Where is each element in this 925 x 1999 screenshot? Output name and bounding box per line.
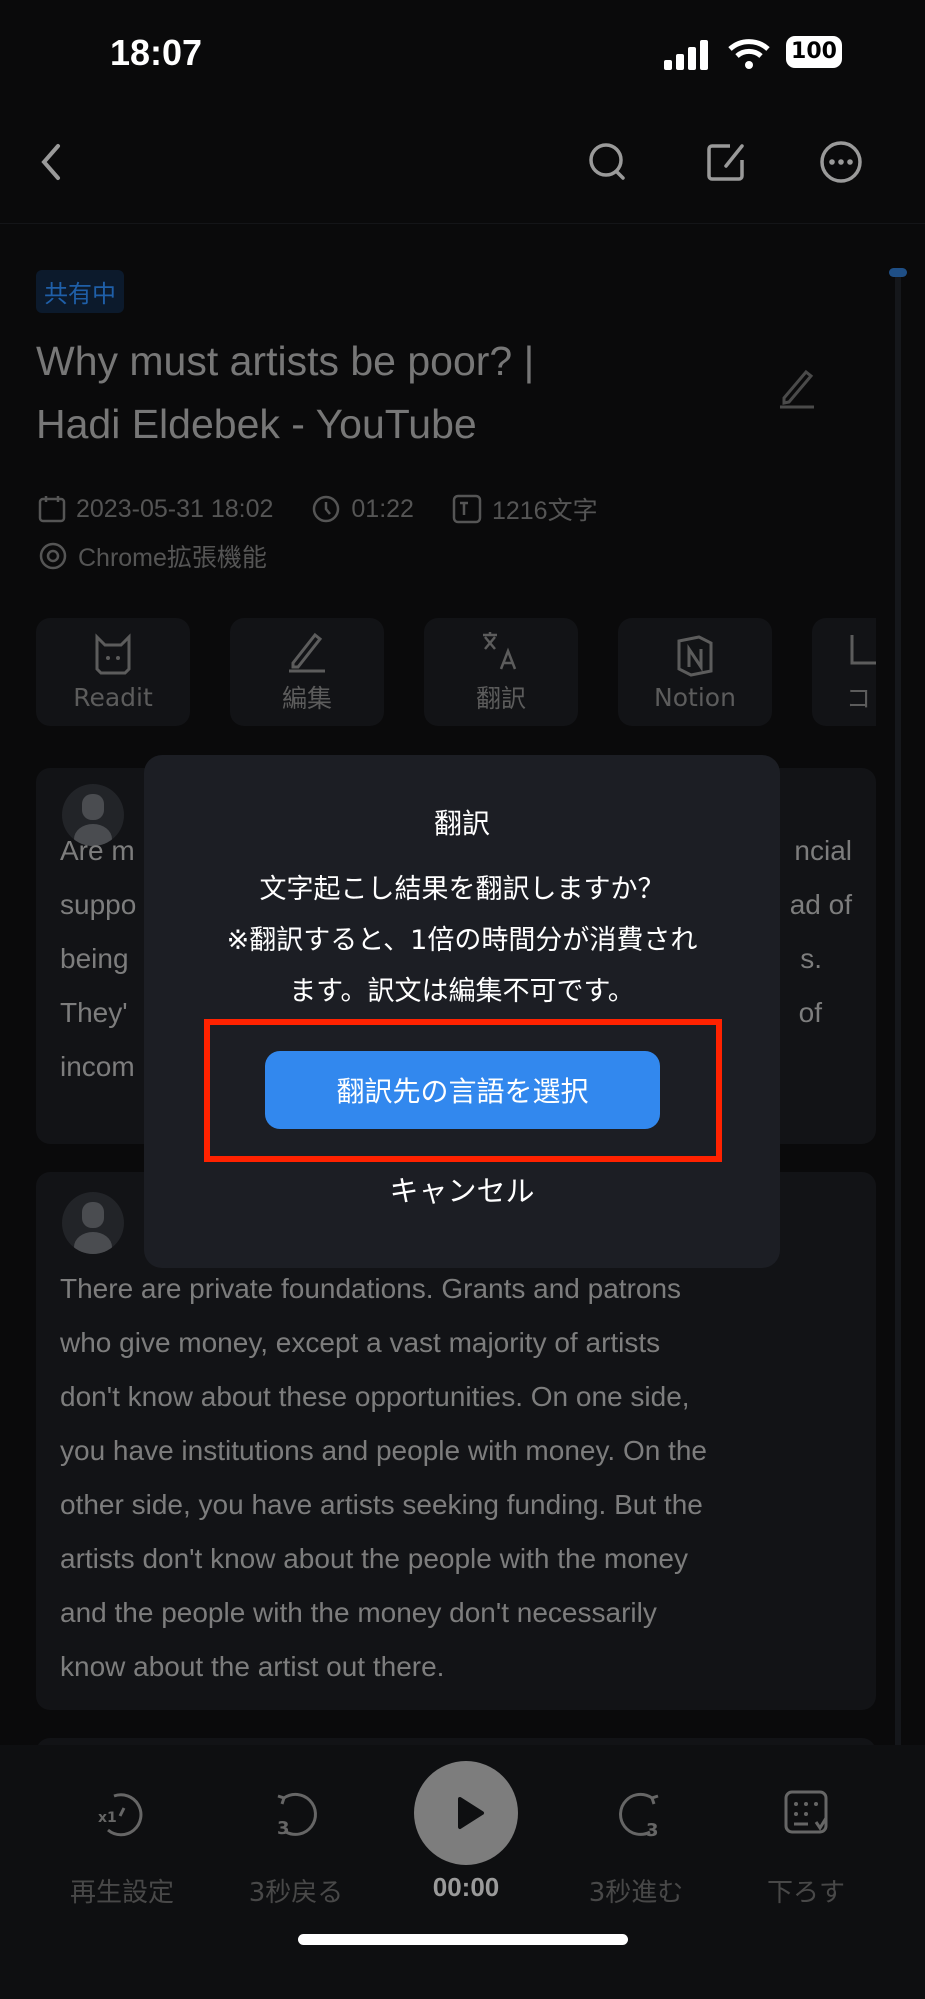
play-icon <box>458 1797 484 1829</box>
chevron-left-icon[interactable] <box>28 138 76 186</box>
current-time: 00:00 <box>432 1872 500 1902</box>
edit-icon[interactable] <box>702 138 750 186</box>
duration: 01:22 <box>351 494 414 523</box>
date: 2023-05-31 18:02 <box>76 494 274 523</box>
transcript-text: There are private foundations. Grants an… <box>60 1273 707 1682</box>
rewind-3-icon[interactable]: 3 <box>268 1786 324 1842</box>
notion-button[interactable]: Notion <box>618 618 772 726</box>
status-time: 18:07 <box>110 32 203 73</box>
translate-button[interactable]: 翻訳 <box>424 618 578 726</box>
dialog-title: 翻訳 <box>433 807 490 840</box>
readit-button[interactable]: Readit <box>36 618 190 726</box>
notion-icon <box>677 634 713 677</box>
signal-icon <box>664 40 708 70</box>
forward-label[interactable]: 3秒進む <box>556 1872 716 1909</box>
playback-settings-label[interactable]: 再生設定 <box>42 1872 202 1909</box>
search-icon[interactable] <box>584 138 632 186</box>
translate-icon <box>483 632 517 670</box>
action-label: 翻訳 <box>475 684 526 713</box>
text-count-icon <box>452 494 482 524</box>
pencil-icon <box>289 632 325 673</box>
edit-button[interactable]: 編集 <box>230 618 384 726</box>
nav-bar <box>0 100 925 224</box>
rewind-label[interactable]: 3秒戻る <box>216 1872 376 1909</box>
cat-icon <box>95 632 131 674</box>
clock-icon <box>313 495 340 523</box>
home-indicator <box>298 1934 628 1945</box>
page-title: Why must artists be poor? | Hadi Eldebek… <box>36 330 736 456</box>
svg-text:x1: x1 <box>98 1810 117 1826</box>
copy-icon <box>850 635 876 665</box>
svg-text:3: 3 <box>646 1820 659 1841</box>
pencil-icon[interactable] <box>776 366 818 410</box>
keyboard-down-icon[interactable] <box>780 1786 836 1842</box>
calendar-icon <box>38 496 66 523</box>
source-row: Chrome拡張機能 <box>38 538 267 574</box>
scrollbar-thumb[interactable] <box>889 268 907 277</box>
svg-text:3: 3 <box>277 1818 290 1839</box>
forward-3-icon[interactable]: 3 <box>612 1786 668 1842</box>
battery-indicator: 100 <box>786 36 842 68</box>
playback-speed-icon[interactable]: x1 <box>94 1786 150 1842</box>
chrome-icon <box>39 542 67 570</box>
action-label: 編集 <box>281 684 332 713</box>
sharing-badge: 共有中 <box>36 270 124 313</box>
lower-label[interactable]: 下ろす <box>726 1872 886 1909</box>
wifi-icon <box>728 39 770 69</box>
source: Chrome拡張機能 <box>78 544 267 572</box>
scrollbar-track[interactable] <box>895 270 901 1750</box>
select-language-button[interactable]: 翻訳先の言語を選択 <box>265 1051 660 1129</box>
more-icon[interactable] <box>817 138 865 186</box>
action-label: Readit <box>73 682 153 712</box>
cancel-button[interactable]: キャンセル <box>144 1168 780 1210</box>
copy-button[interactable]: コ <box>812 618 876 726</box>
title-line: Why must artists be poor? | <box>36 338 535 384</box>
avatar <box>62 1192 124 1254</box>
action-label: Notion <box>654 682 736 712</box>
action-label: コ <box>846 684 872 713</box>
title-line: Hadi Eldebek - YouTube <box>36 401 477 447</box>
meta-row: 2023-05-31 18:02 01:22 1216文字 <box>38 491 598 527</box>
char-count: 1216文字 <box>491 497 598 525</box>
dialog-message: 文字起こし結果を翻訳しますか？ ※翻訳すると、1倍の時間分が消費され ます。訳文… <box>226 874 698 1007</box>
